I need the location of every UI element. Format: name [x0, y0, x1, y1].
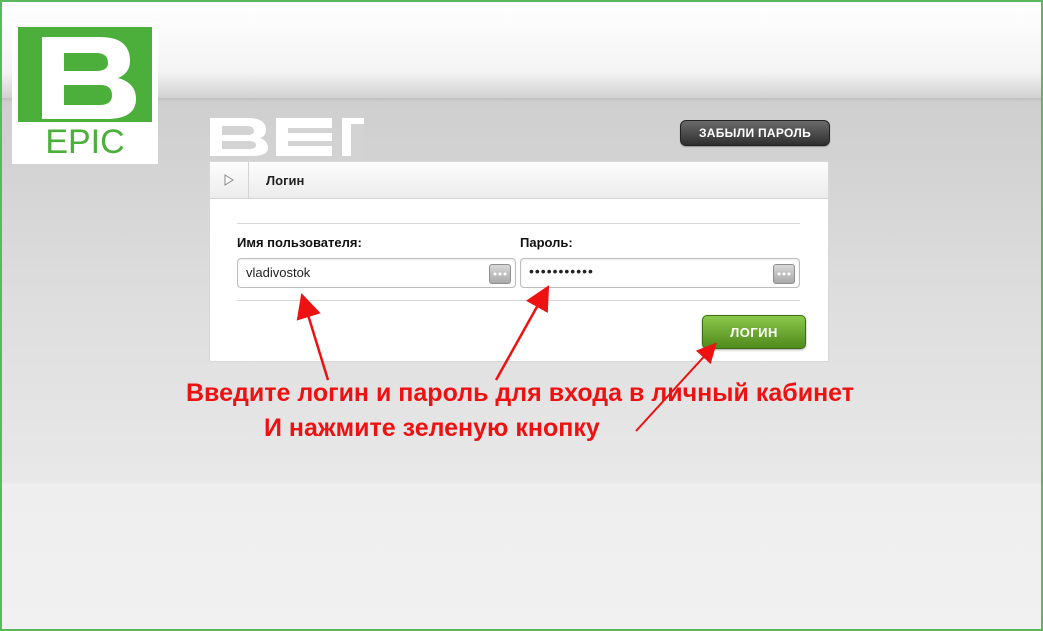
panel-header: Логин [210, 162, 828, 199]
triangle-right-icon [224, 174, 234, 186]
forgot-password-button[interactable]: ЗАБЫЛИ ПАРОЛЬ [680, 120, 830, 146]
login-panel: Логин Имя пользователя: Пароль: vladivos… [209, 161, 829, 362]
username-label: Имя пользователя: [237, 235, 362, 250]
username-value: vladivostok [246, 265, 311, 280]
panel-toggle[interactable] [210, 162, 249, 198]
logo-text: EPIC [45, 123, 124, 161]
username-options-button[interactable] [489, 264, 511, 284]
annotation-line-1: Введите логин и пароль для входа в личны… [186, 379, 854, 407]
login-button[interactable]: ЛОГИН [702, 315, 806, 349]
b-epic-logo-icon: EPIC [18, 27, 152, 161]
bei-mark [208, 116, 368, 158]
password-value: ••••••••••• [529, 263, 594, 279]
password-label: Пароль: [520, 235, 573, 250]
b-epic-logo: EPIC [12, 23, 158, 164]
ellipsis-icon [777, 272, 791, 276]
top-divider [237, 223, 800, 224]
annotation-line-2: И нажмите зеленую кнопку [264, 414, 600, 442]
password-input[interactable]: ••••••••••• [520, 258, 800, 288]
password-options-button[interactable] [773, 264, 795, 284]
username-input[interactable]: vladivostok [237, 258, 516, 288]
panel-title: Логин [266, 173, 305, 188]
bottom-divider [237, 300, 800, 301]
bei-mark-icon [210, 118, 364, 158]
ellipsis-icon [493, 272, 507, 276]
page-frame: EPIC ЗАБЫЛИ ПАРОЛЬ Логин Имя пользовател… [0, 0, 1043, 631]
